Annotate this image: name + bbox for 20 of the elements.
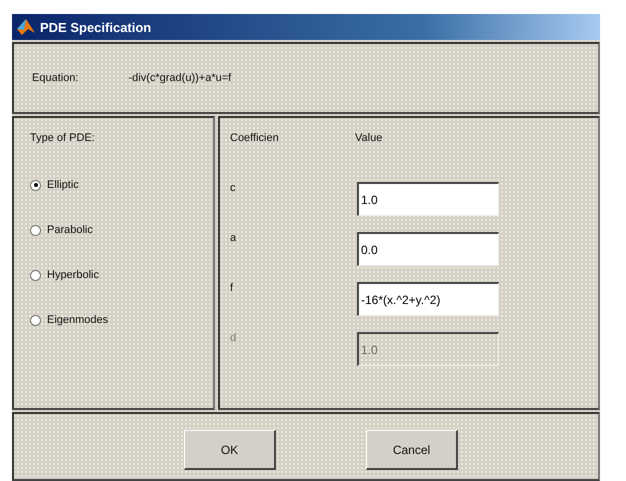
coefficient-name: d (230, 332, 238, 344)
coefficient-name: f (230, 282, 234, 294)
radio-option[interactable]: Eigenmodes (30, 314, 197, 326)
coefficient-field[interactable]: 0.0 (357, 232, 499, 266)
radio-option[interactable]: Hyperbolic (30, 269, 197, 281)
window-title: PDE Specification (40, 20, 152, 34)
coefficient-name: c (230, 182, 236, 194)
coefficient-name: a (230, 232, 238, 244)
radio-option[interactable]: Parabolic (30, 224, 197, 236)
dialog-button[interactable]: OK (184, 430, 276, 470)
column-header: Value (355, 132, 382, 144)
coefficient-field[interactable]: 1.0 (357, 182, 499, 216)
peak-surface-icon (16, 17, 36, 37)
pde-type-label: Type of PDE: (30, 132, 96, 144)
column-header: Coefficien (230, 132, 280, 144)
equation-text: -div(c*grad(u))+a*u=f (128, 72, 232, 84)
equation-label: Equation: (32, 72, 78, 84)
dialog-button[interactable]: Cancel (366, 430, 458, 470)
radio-option[interactable]: Elliptic (30, 179, 197, 191)
coefficient-field[interactable]: -16*(x.^2+y.^2) (357, 282, 499, 316)
